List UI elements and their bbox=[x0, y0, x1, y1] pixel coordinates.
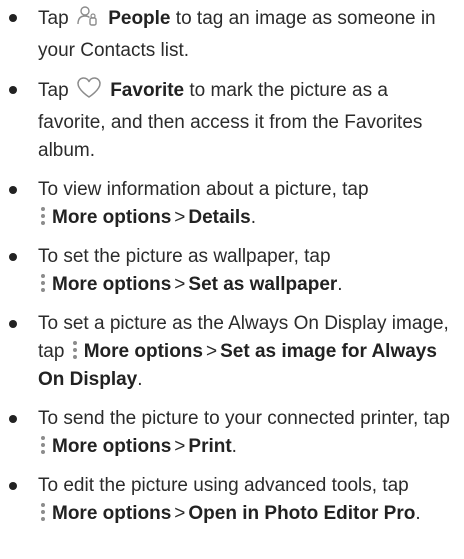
item-text: To view information about a picture, tap bbox=[38, 179, 369, 200]
people-icon bbox=[76, 4, 100, 37]
bullet bbox=[9, 320, 17, 328]
bullet bbox=[9, 482, 17, 490]
period: . bbox=[137, 369, 143, 390]
item-text: Tap bbox=[38, 8, 69, 29]
more-options-icon bbox=[72, 340, 78, 360]
separator: > bbox=[205, 341, 218, 362]
period: . bbox=[337, 274, 343, 295]
print-label: Print bbox=[188, 436, 232, 457]
bullet bbox=[9, 14, 17, 22]
bullet bbox=[9, 415, 17, 423]
bullet bbox=[9, 86, 17, 94]
set-as-wallpaper-label: Set as wallpaper bbox=[188, 274, 338, 295]
people-label: People bbox=[108, 8, 171, 29]
more-options-label: More options bbox=[52, 503, 172, 524]
options-list: Tap People to tag an image as someone in… bbox=[8, 4, 456, 528]
more-options-icon bbox=[40, 206, 46, 226]
more-options-label: More options bbox=[52, 274, 172, 295]
item-text: To send the picture to your connected pr… bbox=[38, 408, 450, 429]
period: . bbox=[231, 436, 237, 457]
separator: > bbox=[174, 274, 186, 295]
more-options-icon bbox=[40, 273, 46, 293]
list-item-people: Tap People to tag an image as someone in… bbox=[8, 4, 456, 65]
gallery-options-page: Tap People to tag an image as someone in… bbox=[0, 0, 464, 559]
heart-icon bbox=[76, 76, 102, 109]
more-options-label: More options bbox=[52, 207, 172, 228]
favorite-label: Favorite bbox=[110, 80, 185, 101]
item-text: To edit the picture using advanced tools… bbox=[38, 475, 409, 496]
more-options-label: More options bbox=[83, 341, 203, 362]
period: . bbox=[415, 503, 421, 524]
more-options-icon bbox=[40, 502, 46, 522]
more-options-icon bbox=[40, 435, 46, 455]
more-options-label: More options bbox=[52, 436, 172, 457]
separator: > bbox=[174, 436, 186, 457]
separator: > bbox=[174, 207, 186, 228]
bullet bbox=[9, 253, 17, 261]
list-item-always-on-display: To set a picture as the Always On Displa… bbox=[8, 310, 456, 394]
details-label: Details bbox=[188, 207, 251, 228]
list-item-photo-editor-pro: To edit the picture using advanced tools… bbox=[8, 472, 456, 528]
list-item-favorite: Tap Favorite to mark the picture as a fa… bbox=[8, 76, 456, 165]
separator: > bbox=[174, 503, 186, 524]
item-text: Tap bbox=[38, 80, 69, 101]
open-in-photo-editor-pro-label: Open in Photo Editor Pro bbox=[188, 503, 416, 524]
period: . bbox=[250, 207, 256, 228]
bullet bbox=[9, 186, 17, 194]
list-item-print: To send the picture to your connected pr… bbox=[8, 405, 456, 461]
list-item-wallpaper: To set the picture as wallpaper, tap Mor… bbox=[8, 243, 456, 299]
item-text: To set the picture as wallpaper, tap bbox=[38, 246, 331, 267]
list-item-details: To view information about a picture, tap… bbox=[8, 176, 456, 232]
